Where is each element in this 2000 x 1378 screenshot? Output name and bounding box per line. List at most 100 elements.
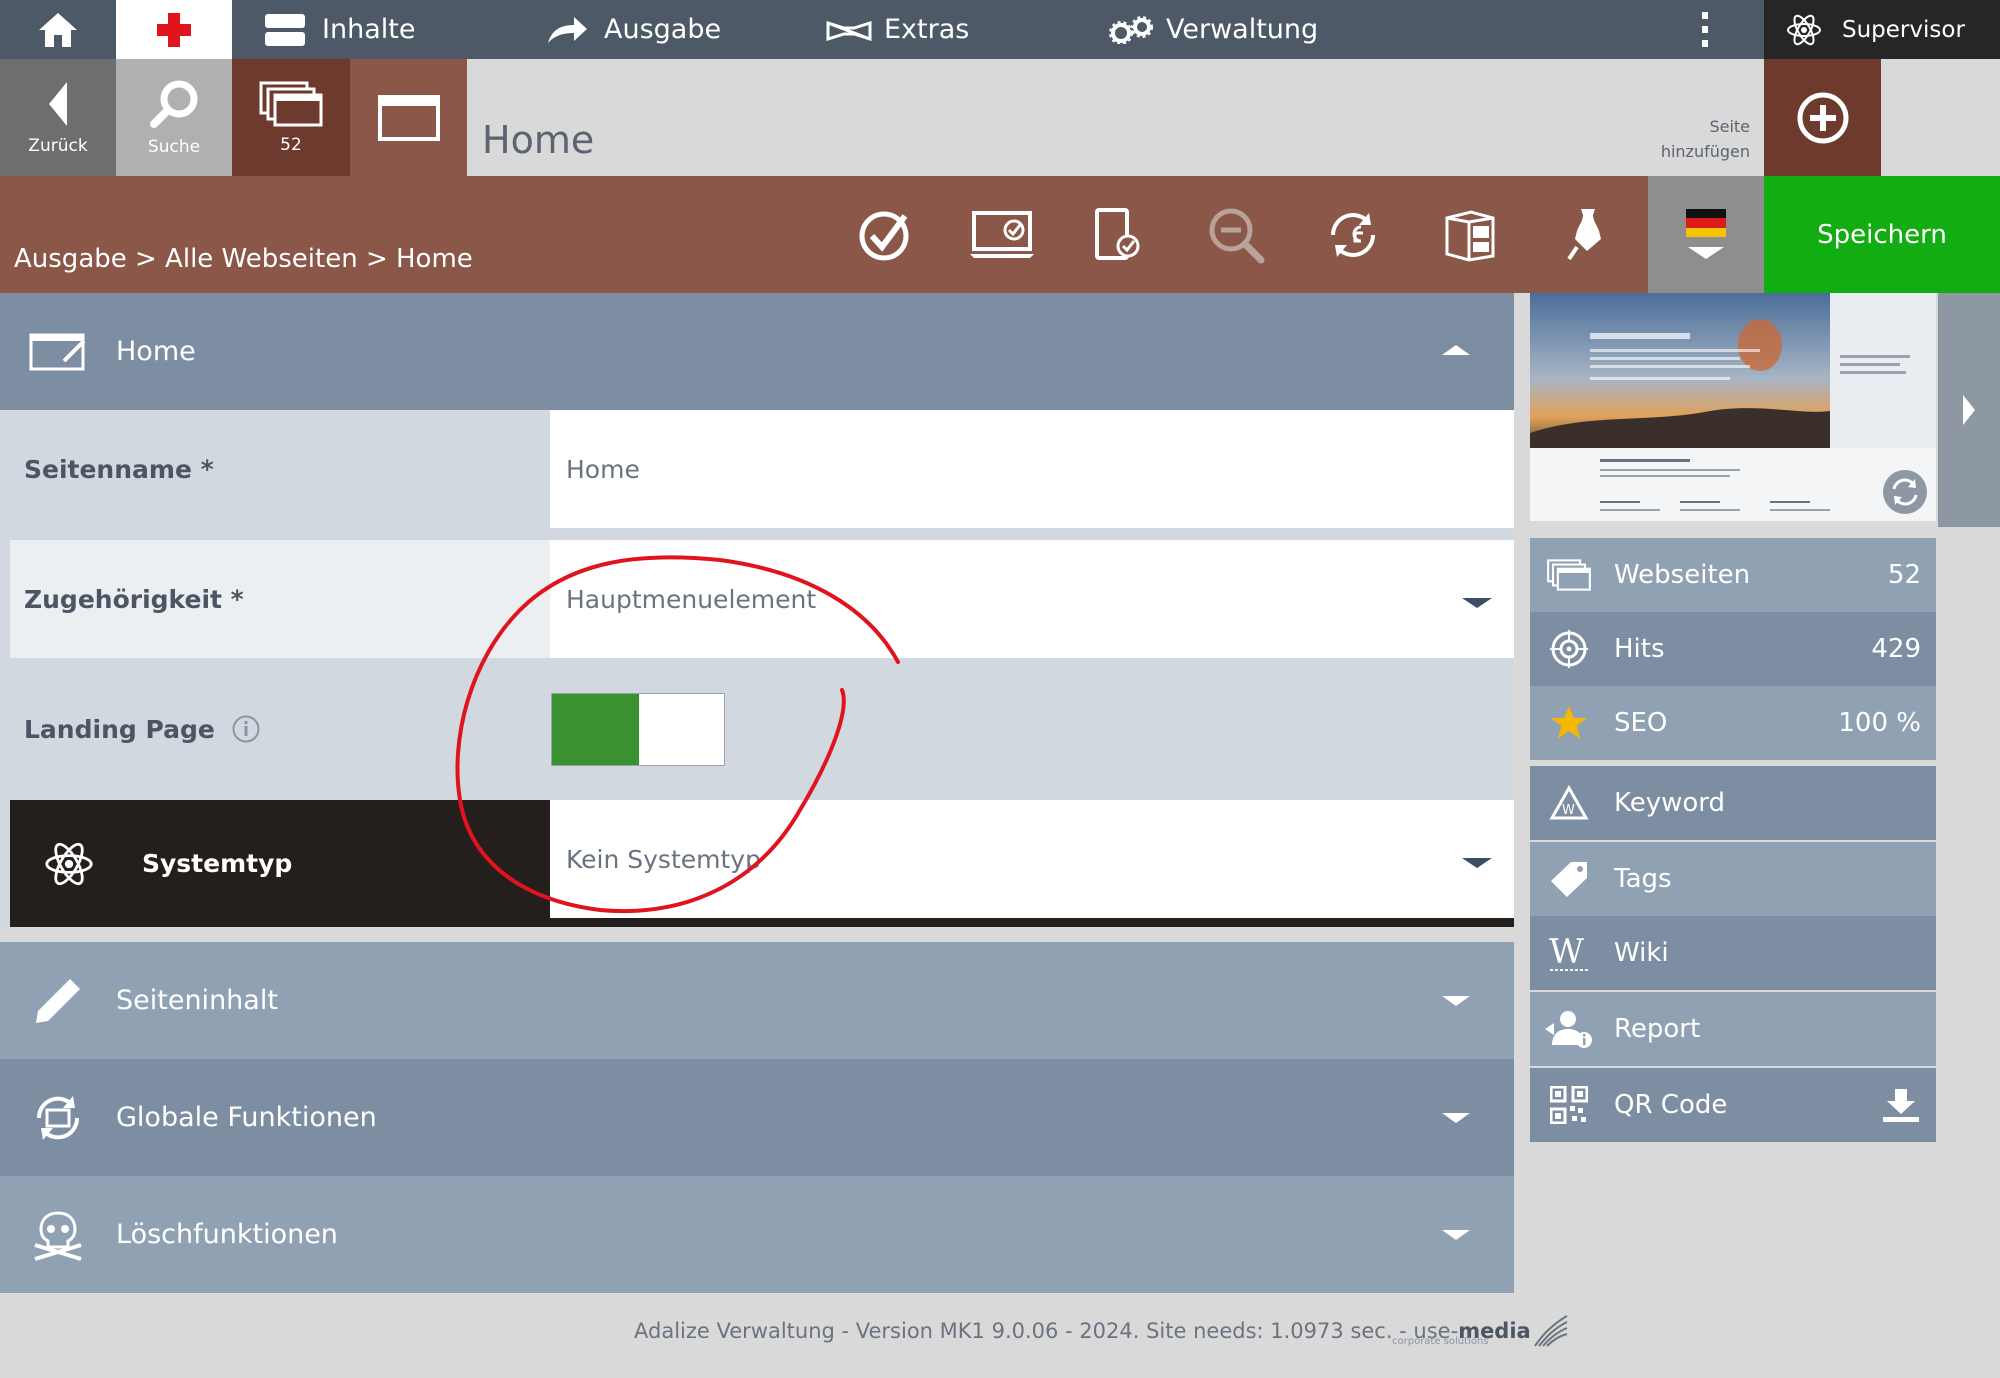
save-button[interactable]: Speichern: [1764, 176, 2000, 293]
zoom-out-button[interactable]: [1177, 176, 1294, 293]
extras-icon: [826, 20, 872, 41]
stat-seo[interactable]: SEO 100 %: [1530, 686, 1936, 760]
drawer-icon: [265, 13, 305, 46]
more-menu-button[interactable]: [1700, 11, 1710, 49]
search-label: Suche: [147, 136, 201, 157]
add-content-button[interactable]: [116, 0, 232, 59]
stat-wiki-label: Wiki: [1614, 938, 1669, 968]
nav-inhalte-label: Inhalte: [322, 14, 416, 45]
stat-webseiten-value: 52: [1887, 560, 1921, 590]
gears-icon: [1109, 15, 1153, 44]
stat-keyword[interactable]: W Keyword: [1530, 766, 1936, 840]
plus-circle-icon: [1797, 92, 1848, 143]
mobile-preview-button[interactable]: [1060, 176, 1177, 293]
footer-text: Adalize Verwaltung - Version MK1 9.0.06 …: [634, 1319, 1459, 1343]
wing-logo-icon: [1533, 1315, 1568, 1347]
pin-button[interactable]: [1528, 176, 1645, 293]
language-select[interactable]: [1648, 176, 1764, 293]
tag-icon: [1551, 862, 1587, 897]
add-page-button[interactable]: [1764, 59, 1881, 176]
back-button[interactable]: Zurück: [0, 59, 116, 176]
chevron-up-icon: [1442, 345, 1470, 355]
stat-hits-value: 429: [1871, 634, 1921, 664]
nav-inhalte[interactable]: Inhalte: [264, 0, 415, 59]
target-icon: [1550, 630, 1588, 668]
stat-hits-label: Hits: [1614, 634, 1665, 664]
stat-wiki[interactable]: W Wiki: [1530, 916, 1936, 990]
atom-icon: [1787, 14, 1821, 45]
add-page-label-line1: Seite: [1709, 117, 1750, 136]
archive-button[interactable]: [1411, 176, 1528, 293]
breadcrumb: Ausgabe > Alle Webseiten > Home: [14, 244, 473, 274]
preview-image: [1530, 293, 1936, 511]
refresh-preview-button[interactable]: [1882, 469, 1928, 515]
page-view-button[interactable]: [350, 59, 467, 176]
nav-verwaltung[interactable]: Verwaltung: [1108, 0, 1318, 59]
red-cross-icon: [157, 12, 191, 47]
search-button[interactable]: Suche: [116, 59, 232, 176]
section-header-home[interactable]: Home: [0, 293, 1514, 410]
stat-webseiten[interactable]: Webseiten 52: [1530, 538, 1936, 612]
section-header-globale-funktionen[interactable]: Globale Funktionen: [0, 1059, 1514, 1176]
atom-icon: [45, 842, 93, 885]
stat-tags[interactable]: Tags: [1530, 842, 1936, 916]
nav-ausgabe-label: Ausgabe: [604, 14, 722, 45]
section-title-globale-funktionen: Globale Funktionen: [116, 1102, 377, 1133]
stat-report[interactable]: Report: [1530, 992, 1936, 1066]
check-circle-icon: [859, 211, 908, 260]
qr-code-icon: [1550, 1086, 1588, 1124]
nav-ausgabe[interactable]: Ausgabe: [546, 0, 721, 59]
check-button[interactable]: [826, 176, 943, 293]
preview-next-button[interactable]: [1938, 293, 2000, 527]
chevron-right-icon: [1963, 395, 1975, 425]
sync-window-icon: [36, 1095, 80, 1140]
svg-text:W: W: [1549, 933, 1584, 972]
pages-list-button[interactable]: 52: [232, 59, 350, 176]
footer-brand-sub: corporate solutions: [1392, 1336, 1489, 1347]
sync-google-icon: [1330, 212, 1375, 257]
monitor-check-icon: [969, 210, 1034, 258]
chevron-down-icon: [1688, 246, 1724, 259]
stat-qr-code[interactable]: QR Code: [1530, 1068, 1936, 1142]
zoom-out-icon: [1209, 208, 1264, 263]
stat-webseiten-label: Webseiten: [1614, 560, 1751, 590]
stat-seo-value: 100 %: [1838, 708, 1921, 738]
section-title-home: Home: [116, 336, 196, 367]
sync-google-button[interactable]: [1294, 176, 1411, 293]
pencil-icon: [36, 978, 80, 1023]
home-button[interactable]: [0, 0, 116, 59]
chevron-left-icon: [49, 81, 67, 126]
nav-extras-label: Extras: [884, 14, 970, 45]
label-seitenname: Seitenname *: [24, 454, 214, 484]
section-header-loeschfunktionen[interactable]: Löschfunktionen: [0, 1176, 1514, 1293]
stacked-windows-icon: [1547, 559, 1591, 591]
seitenname-input[interactable]: Home: [550, 410, 1514, 528]
label-systemtyp: Systemtyp: [142, 849, 293, 878]
chevron-down-icon: [1442, 1230, 1470, 1240]
stat-hits[interactable]: Hits 429: [1530, 612, 1936, 686]
user-name: Supervisor: [1842, 16, 1965, 43]
window-edit-icon: [29, 333, 86, 370]
chevron-down-icon: [1442, 1113, 1470, 1123]
download-icon[interactable]: [1881, 1087, 1921, 1123]
refresh-icon: [1883, 470, 1927, 514]
tablet-check-icon: [1094, 207, 1139, 260]
section-header-seiteninhalt[interactable]: Seiteninhalt: [0, 942, 1514, 1059]
wiki-icon: W: [1549, 933, 1588, 972]
arrow-forward-icon: [548, 16, 587, 43]
label-landing-page: Landing Page: [24, 714, 215, 744]
user-menu[interactable]: Supervisor: [1764, 0, 2000, 59]
user-report-icon: [1545, 1011, 1592, 1048]
chevron-down-icon: [1462, 858, 1492, 868]
label-zugehoerigkeit: Zugehörigkeit *: [24, 584, 244, 614]
desktop-preview-button[interactable]: [943, 176, 1060, 293]
add-page-label-line2: hinzufügen: [1660, 142, 1750, 161]
chevron-down-icon: [1462, 598, 1492, 608]
stat-report-label: Report: [1614, 1014, 1701, 1044]
nav-extras[interactable]: Extras: [826, 0, 969, 59]
back-label: Zurück: [28, 135, 88, 156]
page-preview-thumbnail[interactable]: [1530, 293, 1936, 521]
svg-text:W: W: [1562, 803, 1575, 818]
file-cabinet-icon: [1445, 209, 1494, 262]
info-icon[interactable]: [231, 714, 261, 744]
